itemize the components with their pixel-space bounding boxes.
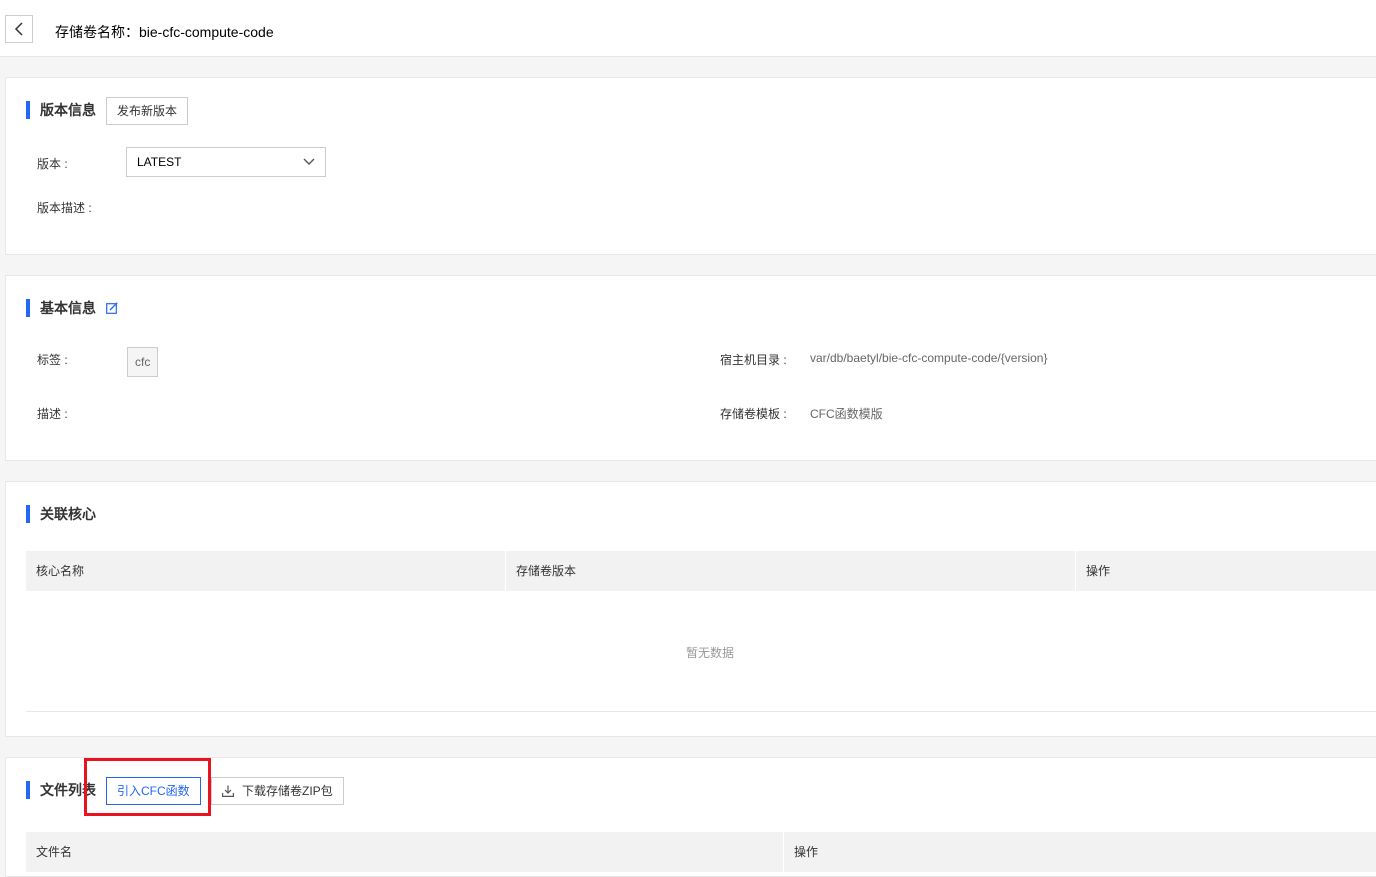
version-select[interactable]: LATEST	[126, 147, 326, 177]
chevron-left-icon	[14, 22, 23, 36]
column-header-file-operation: 操作	[794, 845, 819, 859]
import-cfc-function-button[interactable]: 引入CFC函数	[106, 777, 201, 805]
chevron-down-icon	[303, 158, 315, 165]
file-list-panel: 文件列表 引入CFC函数 下载存储卷ZIP包 文件名 操作	[5, 757, 1376, 877]
column-header-volume-version: 存储卷版本	[516, 564, 577, 578]
column-header-file-name: 文件名	[36, 845, 73, 859]
file-list-title: 文件列表	[26, 781, 96, 799]
version-select-value: LATEST	[137, 155, 182, 169]
host-dir-value: var/db/baetyl/bie-cfc-compute-code/{vers…	[810, 351, 1048, 365]
empty-state-text: 暂无数据	[686, 646, 735, 660]
basic-info-title: 基本信息	[26, 299, 96, 317]
column-header-operation: 操作	[1086, 564, 1111, 578]
edit-icon[interactable]	[106, 302, 118, 314]
version-description-label: 版本描述 :	[37, 201, 92, 215]
version-info-title: 版本信息	[26, 101, 96, 119]
publish-version-button[interactable]: 发布新版本	[106, 97, 189, 125]
core-table-header: 核心名称 存储卷版本 操作	[26, 551, 1376, 591]
version-label: 版本 :	[37, 157, 68, 171]
associated-core-title: 关联核心	[26, 505, 96, 523]
download-zip-label: 下载存储卷ZIP包	[242, 784, 333, 798]
file-table-header: 文件名 操作	[26, 832, 1376, 872]
associated-core-panel: 关联核心 核心名称 存储卷版本 操作 暂无数据	[5, 481, 1376, 737]
download-icon	[222, 785, 234, 797]
version-info-panel: 版本信息 发布新版本 版本 : LATEST 版本描述 :	[5, 77, 1376, 255]
column-header-core-name: 核心名称	[36, 564, 85, 578]
host-dir-label: 宿主机目录 :	[720, 353, 787, 367]
top-bar: 存储卷名称：bie-cfc-compute-code	[0, 0, 1376, 57]
page-title: 存储卷名称：bie-cfc-compute-code	[55, 24, 274, 40]
template-label: 存储卷模板 :	[720, 407, 787, 421]
tag-label: 标签 :	[37, 353, 68, 367]
download-zip-button[interactable]: 下载存储卷ZIP包	[211, 777, 344, 805]
description-label: 描述 :	[37, 407, 68, 421]
basic-info-panel: 基本信息 标签 : cfc 描述 : 宿主机目录 : var/db/baetyl…	[5, 275, 1376, 461]
tag-chip: cfc	[127, 347, 159, 377]
back-button[interactable]	[5, 15, 33, 43]
template-value: CFC函数模版	[810, 407, 883, 421]
table-bottom-divider	[26, 711, 1376, 712]
